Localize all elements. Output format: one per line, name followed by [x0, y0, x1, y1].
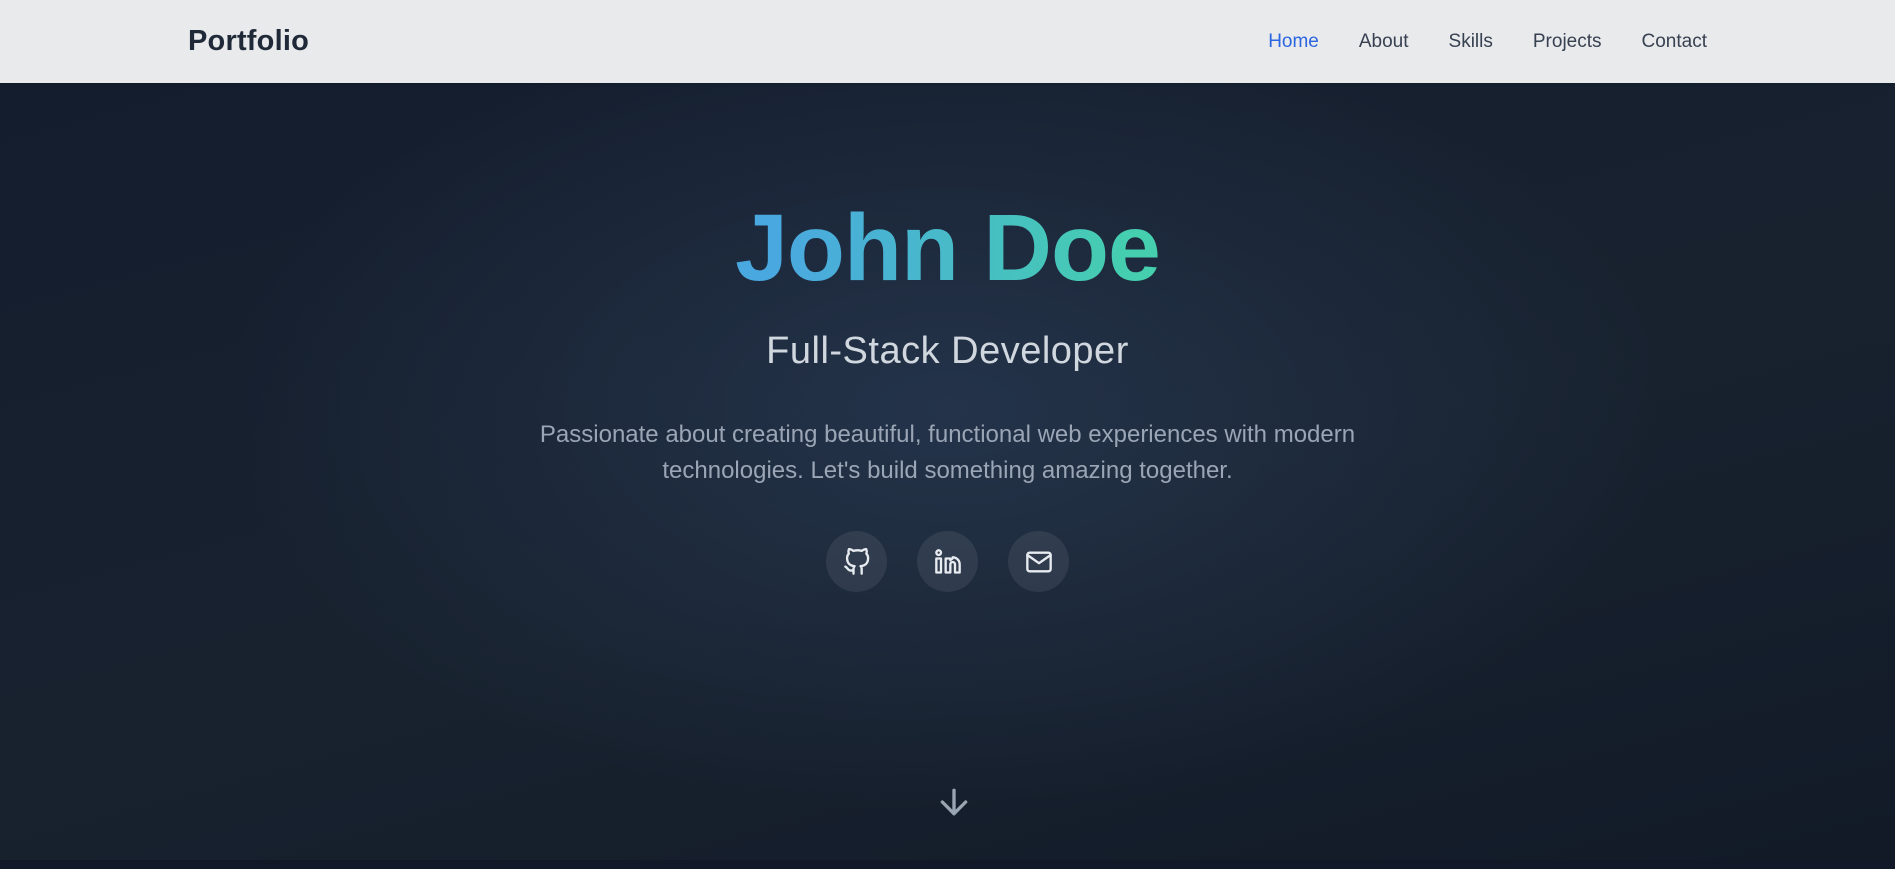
nav-link-projects[interactable]: Projects — [1533, 31, 1602, 53]
main-nav: Home About Skills Projects Contact — [1268, 31, 1707, 53]
nav-link-about[interactable]: About — [1359, 31, 1409, 53]
nav-link-contact[interactable]: Contact — [1642, 31, 1707, 53]
nav-link-home[interactable]: Home — [1268, 31, 1319, 53]
github-icon — [843, 548, 871, 576]
github-button[interactable] — [826, 531, 887, 592]
mail-icon — [1025, 548, 1053, 576]
next-section-edge — [0, 860, 1895, 869]
arrow-down-icon — [934, 782, 974, 822]
header-container: Portfolio Home About Skills Projects Con… — [0, 0, 1895, 83]
linkedin-icon — [934, 548, 962, 576]
site-header: Portfolio Home About Skills Projects Con… — [0, 0, 1895, 83]
mail-button[interactable] — [1008, 531, 1069, 592]
social-links — [826, 531, 1069, 592]
scroll-down-button[interactable] — [934, 782, 974, 822]
site-logo[interactable]: Portfolio — [188, 25, 309, 58]
hero-subtitle: Full-Stack Developer — [766, 330, 1129, 373]
nav-link-skills[interactable]: Skills — [1449, 31, 1493, 53]
hero-title: John Doe — [735, 201, 1160, 296]
hero-section: John Doe Full-Stack Developer Passionate… — [0, 83, 1895, 860]
hero-description: Passionate about creating beautiful, fun… — [508, 417, 1388, 489]
linkedin-button[interactable] — [917, 531, 978, 592]
